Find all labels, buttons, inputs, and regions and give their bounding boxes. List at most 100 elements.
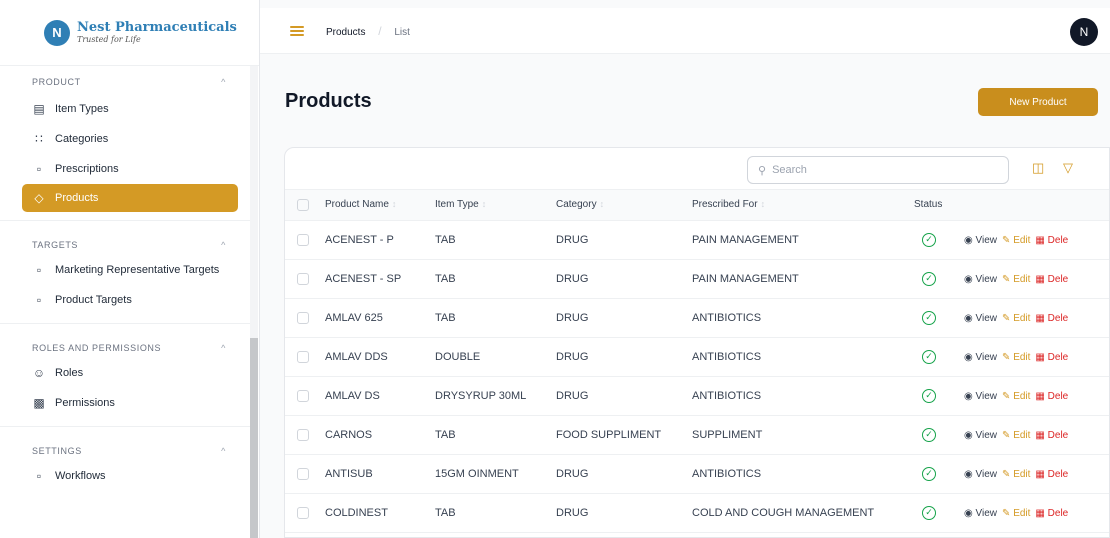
delete-action[interactable]: ▦ Dele bbox=[1035, 313, 1068, 324]
sidebar-item-label: Workflows bbox=[55, 470, 106, 482]
breadcrumb-root[interactable]: Products bbox=[326, 27, 365, 38]
row-checkbox[interactable] bbox=[297, 389, 309, 402]
col-header-prescribed-for[interactable]: Prescribed For ↕ bbox=[692, 190, 914, 221]
sidebar-item-marketing-representative-targets[interactable]: ▫ Marketing Representative Targets bbox=[0, 255, 250, 285]
search-icon: ⚲ bbox=[758, 164, 767, 177]
edit-action[interactable]: ✎ Edit bbox=[1002, 508, 1030, 519]
cell-prescribed-for: PAIN MANAGEMENT bbox=[692, 259, 914, 299]
targets-icon: ▫ bbox=[36, 263, 42, 277]
table-row[interactable]: ACENEST - SP TAB DRUG PAIN MANAGEMENT ✓ ◉ Vie… bbox=[285, 259, 1109, 299]
workflows-icon: ▫ bbox=[36, 469, 42, 483]
sidebar-item-products[interactable]: ◇ Products bbox=[22, 184, 238, 212]
new-product-button[interactable]: New Product bbox=[978, 88, 1098, 116]
status-active-icon: ✓ bbox=[922, 427, 936, 442]
delete-action[interactable]: ▦ Dele bbox=[1035, 235, 1068, 246]
row-checkbox[interactable] bbox=[297, 272, 309, 285]
delete-action[interactable]: ▦ Dele bbox=[1035, 430, 1068, 441]
view-action[interactable]: ◉ View bbox=[964, 235, 997, 246]
table-row[interactable]: COLDINEST TAB DRUG COLD AND COUGH MANAGEMEN… bbox=[285, 493, 1109, 533]
table-row[interactable]: AMLAV DDS DOUBLE DRUG ANTIBIOTICS ✓ ◉ View ✎ E… bbox=[285, 337, 1109, 377]
table-row[interactable]: CARNOS TAB FOOD SUPPLIMENT SUPPLIMENT ✓ ◉ Vie… bbox=[285, 415, 1109, 455]
cell-prescribed-for: SUPPLIMENT bbox=[692, 415, 914, 455]
row-checkbox[interactable] bbox=[297, 350, 309, 363]
delete-action[interactable]: ▦ Dele bbox=[1035, 469, 1068, 480]
edit-action[interactable]: ✎ Edit bbox=[1002, 430, 1030, 441]
edit-action[interactable]: ✎ Edit bbox=[1002, 391, 1030, 402]
cell-product-name: CARNOS bbox=[325, 415, 435, 455]
col-header-item-type[interactable]: Item Type ↕ bbox=[435, 190, 556, 221]
delete-action[interactable]: ▦ Dele bbox=[1035, 274, 1068, 285]
sidebar-item-workflows[interactable]: ▫ Workflows bbox=[0, 461, 250, 491]
table-row[interactable]: AMLAV DS DRYSYRUP 30ML DRUG ANTIBIOTICS ✓ ◉ V… bbox=[285, 376, 1109, 416]
row-checkbox[interactable] bbox=[297, 467, 309, 480]
row-checkbox[interactable] bbox=[297, 311, 309, 324]
select-all-checkbox[interactable] bbox=[297, 198, 309, 211]
sidebar-scrollbar-thumb[interactable] bbox=[250, 338, 258, 538]
group-targets-toggle[interactable]: TARGETS ^ bbox=[0, 235, 250, 255]
edit-action[interactable]: ✎ Edit bbox=[1002, 274, 1030, 285]
table-row[interactable]: ACENEST - P TAB DRUG PAIN MANAGEMENT ✓ ◉ View… bbox=[285, 220, 1109, 260]
columns-icon[interactable]: ◫ bbox=[1032, 160, 1044, 176]
table-body: ACENEST - P TAB DRUG PAIN MANAGEMENT ✓ ◉ View… bbox=[285, 220, 1109, 533]
view-action[interactable]: ◉ View bbox=[964, 391, 997, 402]
table-row[interactable]: AMLAV 625 TAB DRUG ANTIBIOTICS ✓ ◉ View ✎ Edit… bbox=[285, 298, 1109, 338]
trash-icon: ▦ bbox=[1035, 234, 1045, 246]
search-placeholder: Search bbox=[772, 164, 807, 176]
sidebar-item-permissions[interactable]: ▩ Permissions bbox=[0, 388, 250, 418]
group-roles-toggle[interactable]: ROLES AND PERMISSIONS ^ bbox=[0, 338, 250, 358]
delete-action[interactable]: ▦ Dele bbox=[1035, 508, 1068, 519]
edit-action[interactable]: ✎ Edit bbox=[1002, 469, 1030, 480]
cell-item-type: TAB bbox=[435, 298, 556, 338]
sidebar-item-roles[interactable]: ☺ Roles bbox=[0, 358, 250, 388]
sidebar-item-prescriptions[interactable]: ▫ Prescriptions bbox=[0, 154, 250, 184]
cell-prescribed-for: ANTIBIOTICS bbox=[692, 376, 914, 416]
row-checkbox[interactable] bbox=[297, 233, 309, 246]
col-header-category[interactable]: Category ↕ bbox=[556, 190, 692, 221]
brand[interactable]: N Nest Pharmaceuticals Trusted for Life bbox=[0, 0, 259, 66]
group-targets: TARGETS ^ ▫ Marketing Representative Tar… bbox=[0, 221, 250, 324]
menu-icon[interactable] bbox=[290, 25, 304, 36]
group-settings-toggle[interactable]: SETTINGS ^ bbox=[0, 441, 250, 461]
products-table: Product Name ↕ Item Type ↕ Category ↕ Presc… bbox=[285, 190, 1109, 533]
view-action[interactable]: ◉ View bbox=[964, 469, 997, 480]
eye-icon: ◉ bbox=[964, 468, 973, 480]
status-active-icon: ✓ bbox=[922, 466, 936, 481]
status-active-icon: ✓ bbox=[922, 388, 936, 403]
view-action[interactable]: ◉ View bbox=[964, 508, 997, 519]
group-product: PRODUCT ^ ▤ Item Types ∷ Categories ▫ Pr… bbox=[0, 66, 250, 221]
breadcrumb: Products / List bbox=[326, 24, 410, 38]
trash-icon: ▦ bbox=[1035, 429, 1045, 441]
pencil-icon: ✎ bbox=[1002, 468, 1011, 480]
col-header-actions bbox=[964, 190, 1109, 221]
avatar[interactable]: N bbox=[1070, 18, 1098, 46]
view-action[interactable]: ◉ View bbox=[964, 274, 997, 285]
roles-icon: ☺ bbox=[32, 366, 46, 380]
sidebar-item-categories[interactable]: ∷ Categories bbox=[0, 124, 250, 154]
breadcrumb-current: List bbox=[394, 26, 410, 38]
view-action[interactable]: ◉ View bbox=[964, 352, 997, 363]
row-checkbox[interactable] bbox=[297, 506, 309, 519]
trash-icon: ▦ bbox=[1035, 507, 1045, 519]
edit-action[interactable]: ✎ Edit bbox=[1002, 352, 1030, 363]
sidebar-scrollbar[interactable] bbox=[250, 66, 258, 538]
cell-category: FOOD SUPPLIMENT bbox=[556, 415, 692, 455]
search-input[interactable]: ⚲ Search bbox=[747, 156, 1009, 184]
sidebar-item-product-targets[interactable]: ▫ Product Targets bbox=[0, 285, 250, 315]
edit-action[interactable]: ✎ Edit bbox=[1002, 235, 1030, 246]
sidebar-item-label: Prescriptions bbox=[55, 163, 119, 175]
group-product-toggle[interactable]: PRODUCT ^ bbox=[0, 72, 250, 92]
sidebar-item-item-types[interactable]: ▤ Item Types bbox=[0, 94, 250, 124]
filter-icon[interactable]: ▽ bbox=[1063, 160, 1073, 176]
col-header-product-name[interactable]: Product Name ↕ bbox=[325, 190, 435, 221]
view-action[interactable]: ◉ View bbox=[964, 430, 997, 441]
row-actions: ◉ View ✎ Edit ▦ Dele bbox=[964, 337, 1109, 377]
cell-item-type: TAB bbox=[435, 415, 556, 455]
row-checkbox[interactable] bbox=[297, 428, 309, 441]
delete-action[interactable]: ▦ Dele bbox=[1035, 391, 1068, 402]
status-active-icon: ✓ bbox=[922, 349, 936, 364]
edit-action[interactable]: ✎ Edit bbox=[1002, 313, 1030, 324]
view-action[interactable]: ◉ View bbox=[964, 313, 997, 324]
cell-prescribed-for: COLD AND COUGH MANAGEMENT bbox=[692, 493, 914, 533]
delete-action[interactable]: ▦ Dele bbox=[1035, 352, 1068, 363]
table-row[interactable]: ANTISUB 15GM OINMENT DRUG ANTIBIOTICS ✓ ◉ Vie… bbox=[285, 454, 1109, 494]
